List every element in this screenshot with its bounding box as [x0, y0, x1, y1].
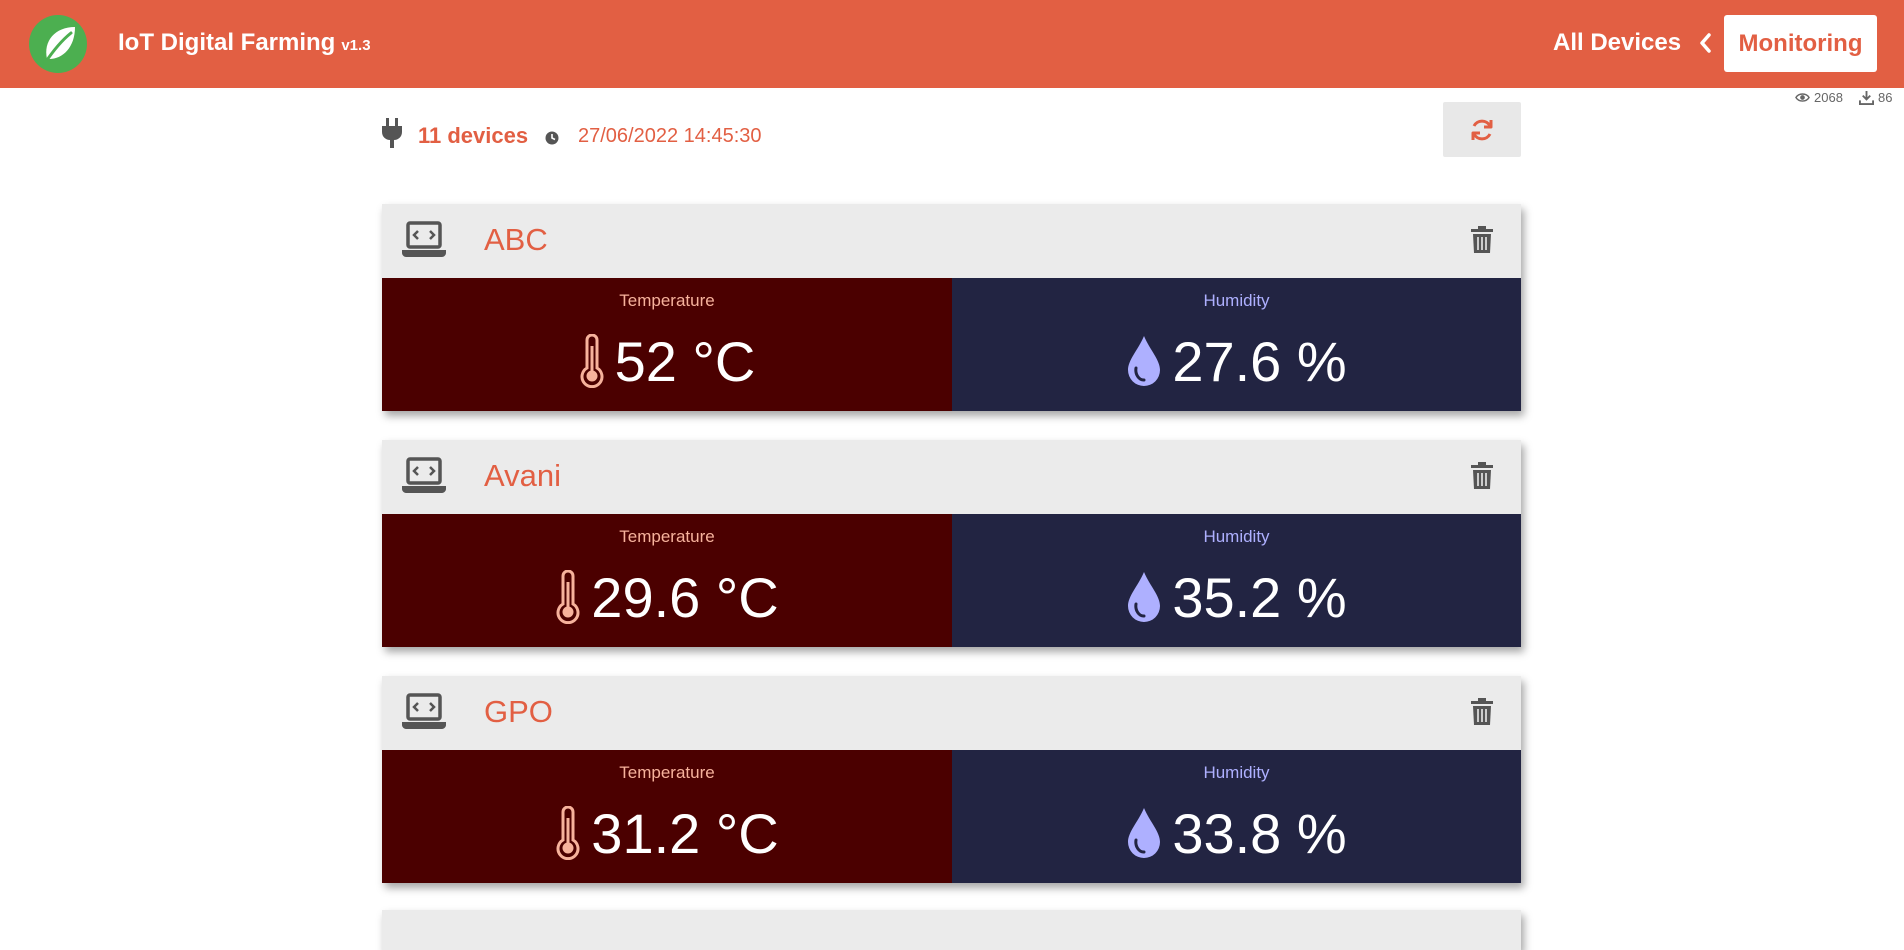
humidity-label: Humidity [1203, 291, 1270, 310]
trash-icon[interactable] [1471, 226, 1493, 254]
device-card-partial [382, 910, 1521, 950]
nav-all-devices-link[interactable]: All Devices [1553, 29, 1681, 57]
download-icon [1859, 90, 1874, 105]
device-name[interactable]: GPO [484, 694, 553, 730]
plug-icon [382, 118, 402, 148]
laptop-code-icon [402, 457, 446, 493]
device-card: ABC Temperature 52 °C Humidity 27.6 % [382, 204, 1521, 411]
device-count: 11 devices [418, 123, 529, 148]
temperature-value: 31.2 °C [591, 801, 779, 865]
device-name[interactable]: Avani [484, 458, 561, 494]
humidity-panel: Humidity 33.8 % [952, 750, 1521, 883]
device-card: GPO Temperature 31.2 °C Humidity 33.8 % [382, 676, 1521, 883]
temperature-panel: Temperature 31.2 °C [382, 750, 952, 883]
temperature-value: 29.6 °C [591, 565, 779, 629]
temperature-panel: Temperature 29.6 °C [382, 514, 952, 647]
leaf-logo-icon[interactable] [29, 15, 87, 73]
water-drop-icon [1128, 808, 1161, 858]
refresh-button[interactable] [1443, 102, 1521, 157]
temperature-label: Temperature [619, 763, 715, 782]
temperature-panel: Temperature 52 °C [382, 278, 952, 411]
downloads-counter: 86 [1859, 90, 1892, 105]
humidity-value: 35.2 % [1172, 565, 1347, 629]
app-title[interactable]: IoT Digital Farming v1.3 [118, 29, 371, 57]
humidity-panel: Humidity 27.6 % [952, 278, 1521, 411]
nav-monitoring-button[interactable]: Monitoring [1724, 15, 1877, 72]
last-updated-timestamp: 27/06/2022 14:45:30 [578, 125, 762, 147]
temperature-label: Temperature [619, 291, 715, 310]
eye-icon [1795, 93, 1810, 102]
device-name[interactable]: ABC [484, 222, 548, 258]
device-card-header: GPO [382, 676, 1521, 750]
humidity-label: Humidity [1203, 527, 1270, 546]
laptop-code-icon [402, 693, 446, 729]
chevron-left-icon [1700, 33, 1711, 53]
temperature-label: Temperature [619, 527, 715, 546]
app-version: v1.3 [341, 37, 371, 54]
device-card-header: ABC [382, 204, 1521, 278]
views-count: 2068 [1814, 90, 1843, 105]
views-counter: 2068 [1795, 90, 1843, 105]
water-drop-icon [1128, 336, 1161, 386]
humidity-panel: Humidity 35.2 % [952, 514, 1521, 647]
humidity-label: Humidity [1203, 763, 1270, 782]
thermometer-icon [556, 570, 580, 624]
thermometer-icon [556, 806, 580, 860]
temperature-value: 52 °C [614, 329, 756, 393]
humidity-value: 33.8 % [1172, 801, 1347, 865]
refresh-icon [1471, 119, 1493, 140]
trash-icon[interactable] [1471, 462, 1493, 490]
downloads-count: 86 [1878, 90, 1893, 105]
thermometer-icon [580, 334, 604, 388]
top-navbar: IoT Digital Farming v1.3 All Devices Moni… [0, 0, 1904, 88]
trash-icon[interactable] [1471, 698, 1493, 726]
clock-icon [545, 131, 559, 145]
device-card: Avani Temperature 29.6 °C Humidity 35.2 … [382, 440, 1521, 647]
water-drop-icon [1128, 572, 1161, 622]
laptop-code-icon [402, 221, 446, 257]
humidity-value: 27.6 % [1172, 329, 1347, 393]
app-title-text: IoT Digital Farming [118, 29, 336, 56]
device-card-header: Avani [382, 440, 1521, 514]
